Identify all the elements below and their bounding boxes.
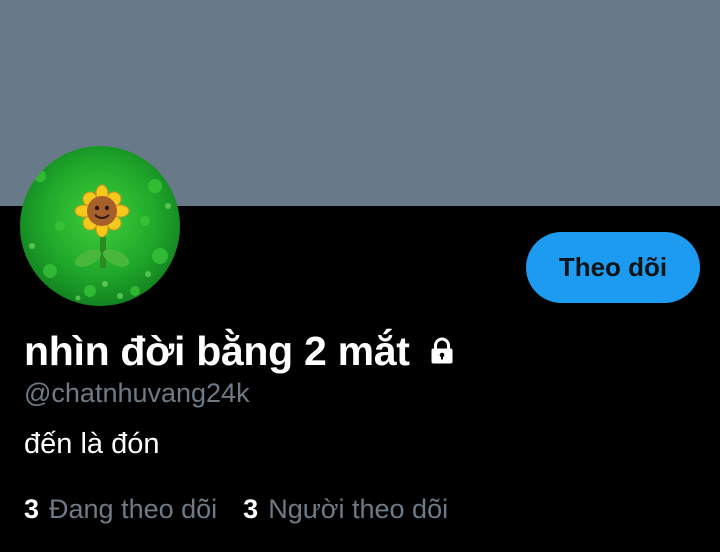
following-label: Đang theo dõi bbox=[49, 494, 218, 524]
profile-bio: đến là đón bbox=[24, 428, 160, 460]
profile-handle: @chatnhuvang24k bbox=[24, 378, 250, 408]
profile-name-row: nhìn đời bằng 2 mắt bbox=[24, 326, 458, 376]
sunflower-avatar-icon bbox=[20, 146, 180, 306]
following-count: 3 bbox=[24, 494, 40, 524]
lock-icon bbox=[426, 335, 458, 367]
profile-avatar[interactable] bbox=[20, 146, 180, 306]
display-name: nhìn đời bằng 2 mắt bbox=[24, 327, 410, 374]
followers-count: 3 bbox=[243, 494, 259, 524]
follow-button[interactable]: Theo dõi bbox=[526, 232, 700, 303]
followers-stat-link[interactable]: 3 Người theo dõi bbox=[243, 494, 448, 525]
profile-header: Theo dõi nhìn đời bằng 2 mắt @chatnhuvan… bbox=[0, 0, 720, 552]
profile-stats: 3 Đang theo dõi 3 Người theo dõi bbox=[24, 494, 474, 525]
following-stat-link[interactable]: 3 Đang theo dõi bbox=[24, 494, 217, 525]
followers-label: Người theo dõi bbox=[268, 494, 449, 524]
